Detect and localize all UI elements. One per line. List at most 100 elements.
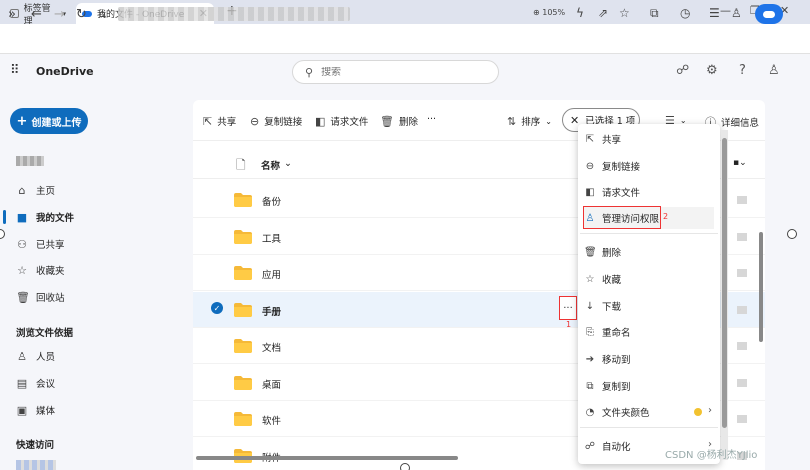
address-toolbar (0, 24, 810, 54)
sort-button[interactable]: ⇅ 排序 ⌄ (507, 114, 552, 129)
menu-divider (580, 233, 718, 234)
resize-handle-bottom[interactable] (400, 463, 410, 470)
row-meta (737, 305, 747, 314)
folder-icon (234, 229, 252, 244)
color-icon: ◔ (585, 406, 595, 418)
menu-item-share[interactable]: ⇱ 共享 (584, 128, 714, 150)
resize-handle-right[interactable] (787, 229, 797, 239)
sidebar-item-shared[interactable]: ⚇ 已共享 (16, 235, 186, 253)
share-icon: ⇱ (585, 133, 595, 145)
back-icon[interactable]: ← (31, 7, 42, 22)
help-icon[interactable]: ? (739, 63, 746, 78)
menu-item-label: 文件夹颜色 (602, 408, 650, 419)
search-input[interactable] (321, 66, 472, 78)
menu-item-copy[interactable]: ⧉ 复制到 (584, 375, 714, 397)
quick-access-item[interactable] (16, 460, 56, 470)
file-name[interactable]: 桌面 (262, 377, 281, 391)
sidebar-item-home[interactable]: ⌂ 主页 (16, 181, 186, 199)
menu-icon[interactable]: ☰ (709, 6, 720, 20)
gear-icon[interactable]: ⚙ (706, 63, 718, 78)
link-icon: ⊖ (585, 160, 595, 172)
name-column-header[interactable]: 名称 ⌄ (261, 158, 292, 172)
menu-item-move[interactable]: ➔ 移动到 (584, 348, 714, 370)
chevron-down-icon: ⌄ (284, 158, 292, 169)
resize-handle-left[interactable] (0, 229, 5, 239)
sidebar-item-people[interactable]: ♙ 人员 (16, 347, 186, 365)
search-box[interactable]: ⚲ (292, 60, 499, 84)
menu-item-request-file[interactable]: ◧ 请求文件 (584, 181, 714, 203)
row-checked-icon[interactable]: ✓ (211, 302, 223, 314)
row-meta (737, 415, 747, 423)
trash-icon: 🗑 (584, 246, 597, 258)
file-name[interactable]: 工具 (262, 231, 281, 245)
file-name[interactable]: 备份 (262, 194, 281, 208)
forward-icon[interactable]: → (54, 7, 65, 22)
sidebar-item-favorites[interactable]: ☆ 收藏夹 (16, 261, 186, 279)
share-page-icon[interactable]: ⇗ (598, 6, 608, 20)
menu-item-label: 请求文件 (602, 188, 641, 199)
row-meta (737, 269, 747, 277)
menu-item-star[interactable]: ☆ 收藏 (584, 268, 714, 290)
menu-item-rename[interactable]: ⎘ 重命名 (584, 321, 714, 343)
app-launcher-icon[interactable]: ⠿ (10, 63, 20, 78)
sidebar-item-media[interactable]: ▣ 媒体 (16, 401, 186, 419)
user-icon[interactable]: ♙ (768, 63, 780, 78)
create-upload-button[interactable]: + 创建或上传 (10, 108, 88, 134)
sidebar-item-meetings[interactable]: ▤ 会议 (16, 374, 186, 392)
row-more-button[interactable]: ··· (559, 296, 577, 320)
sort-icon: ⇅ (507, 114, 517, 128)
sidebar-item-my-files[interactable]: ■ 我的文件 (16, 208, 186, 226)
download-icon: ↓ (585, 300, 595, 312)
clear-selection-icon[interactable]: ✕ (570, 114, 579, 127)
folder-icon (234, 412, 252, 426)
trash-icon: 🗑 (380, 114, 394, 128)
bookmark-star-icon[interactable]: ☆ (619, 6, 630, 20)
account-icon[interactable]: ♙ (731, 6, 742, 20)
vertical-scrollbar[interactable] (759, 232, 763, 342)
folder-icon (234, 339, 252, 353)
annotation-highlight-box (583, 206, 661, 229)
row-meta (737, 378, 747, 387)
watermark-text: CSDN @杨利杰YJlio (665, 450, 758, 461)
history-icon[interactable]: ◷ (680, 6, 690, 20)
flow-icon[interactable]: ☍ (676, 63, 689, 78)
menu-item-link[interactable]: ⊖ 复制链接 (584, 155, 714, 177)
menu-item-label: 复制链接 (602, 162, 641, 173)
file-name[interactable]: 应用 (262, 267, 281, 281)
folder-icon (234, 302, 252, 317)
sidebar-toggle-icon[interactable]: » (8, 7, 16, 22)
lightning-icon[interactable]: ϟ (576, 6, 584, 20)
menu-item-trash[interactable]: 🗑 删除 (584, 241, 714, 263)
menu-item-label: 移动到 (602, 355, 631, 366)
trash-icon: 🗑 (16, 290, 30, 304)
menu-item-label: 共享 (602, 135, 622, 146)
move-icon: ➔ (585, 353, 595, 365)
menu-item-label: 自动化 (602, 442, 631, 453)
copy-link-button[interactable]: ⊖ 复制链接 (250, 114, 302, 129)
zoom-indicator[interactable]: ⊕ 105% (533, 8, 565, 17)
profile-cloud-button[interactable] (755, 4, 783, 24)
url-field[interactable] (118, 7, 350, 21)
minimize-icon[interactable]: — (720, 4, 731, 17)
sidebar-item-recycle-bin[interactable]: 🗑 回收站 (16, 288, 186, 306)
file-name[interactable]: 文档 (262, 340, 281, 354)
home-icon[interactable]: ⌂ (99, 7, 106, 20)
chevron-right-icon: › (708, 405, 712, 416)
zoom-icon: ⊕ (533, 8, 540, 17)
column-header-blurred[interactable]: ▪⌄ (733, 158, 747, 168)
delete-button[interactable]: 🗑 删除 (380, 114, 418, 129)
app-title: OneDrive (36, 65, 94, 78)
more-commands-button[interactable]: ··· (427, 114, 436, 125)
reload-icon[interactable]: ↻ (76, 7, 87, 22)
request-file-icon: ◧ (585, 186, 595, 198)
file-name[interactable]: 软件 (262, 413, 281, 427)
row-meta (737, 232, 747, 241)
file-name[interactable]: 手册 (262, 304, 281, 318)
horizontal-scrollbar[interactable] (196, 456, 458, 460)
request-files-button[interactable]: ◧ 请求文件 (315, 114, 368, 129)
person-icon: ♙ (17, 349, 27, 363)
menu-scrollbar-thumb[interactable] (722, 138, 727, 428)
share-button[interactable]: ⇱ 共享 (203, 114, 236, 129)
extensions-icon[interactable]: ⧉ (650, 6, 659, 21)
menu-item-download[interactable]: ↓ 下载 (584, 295, 714, 317)
